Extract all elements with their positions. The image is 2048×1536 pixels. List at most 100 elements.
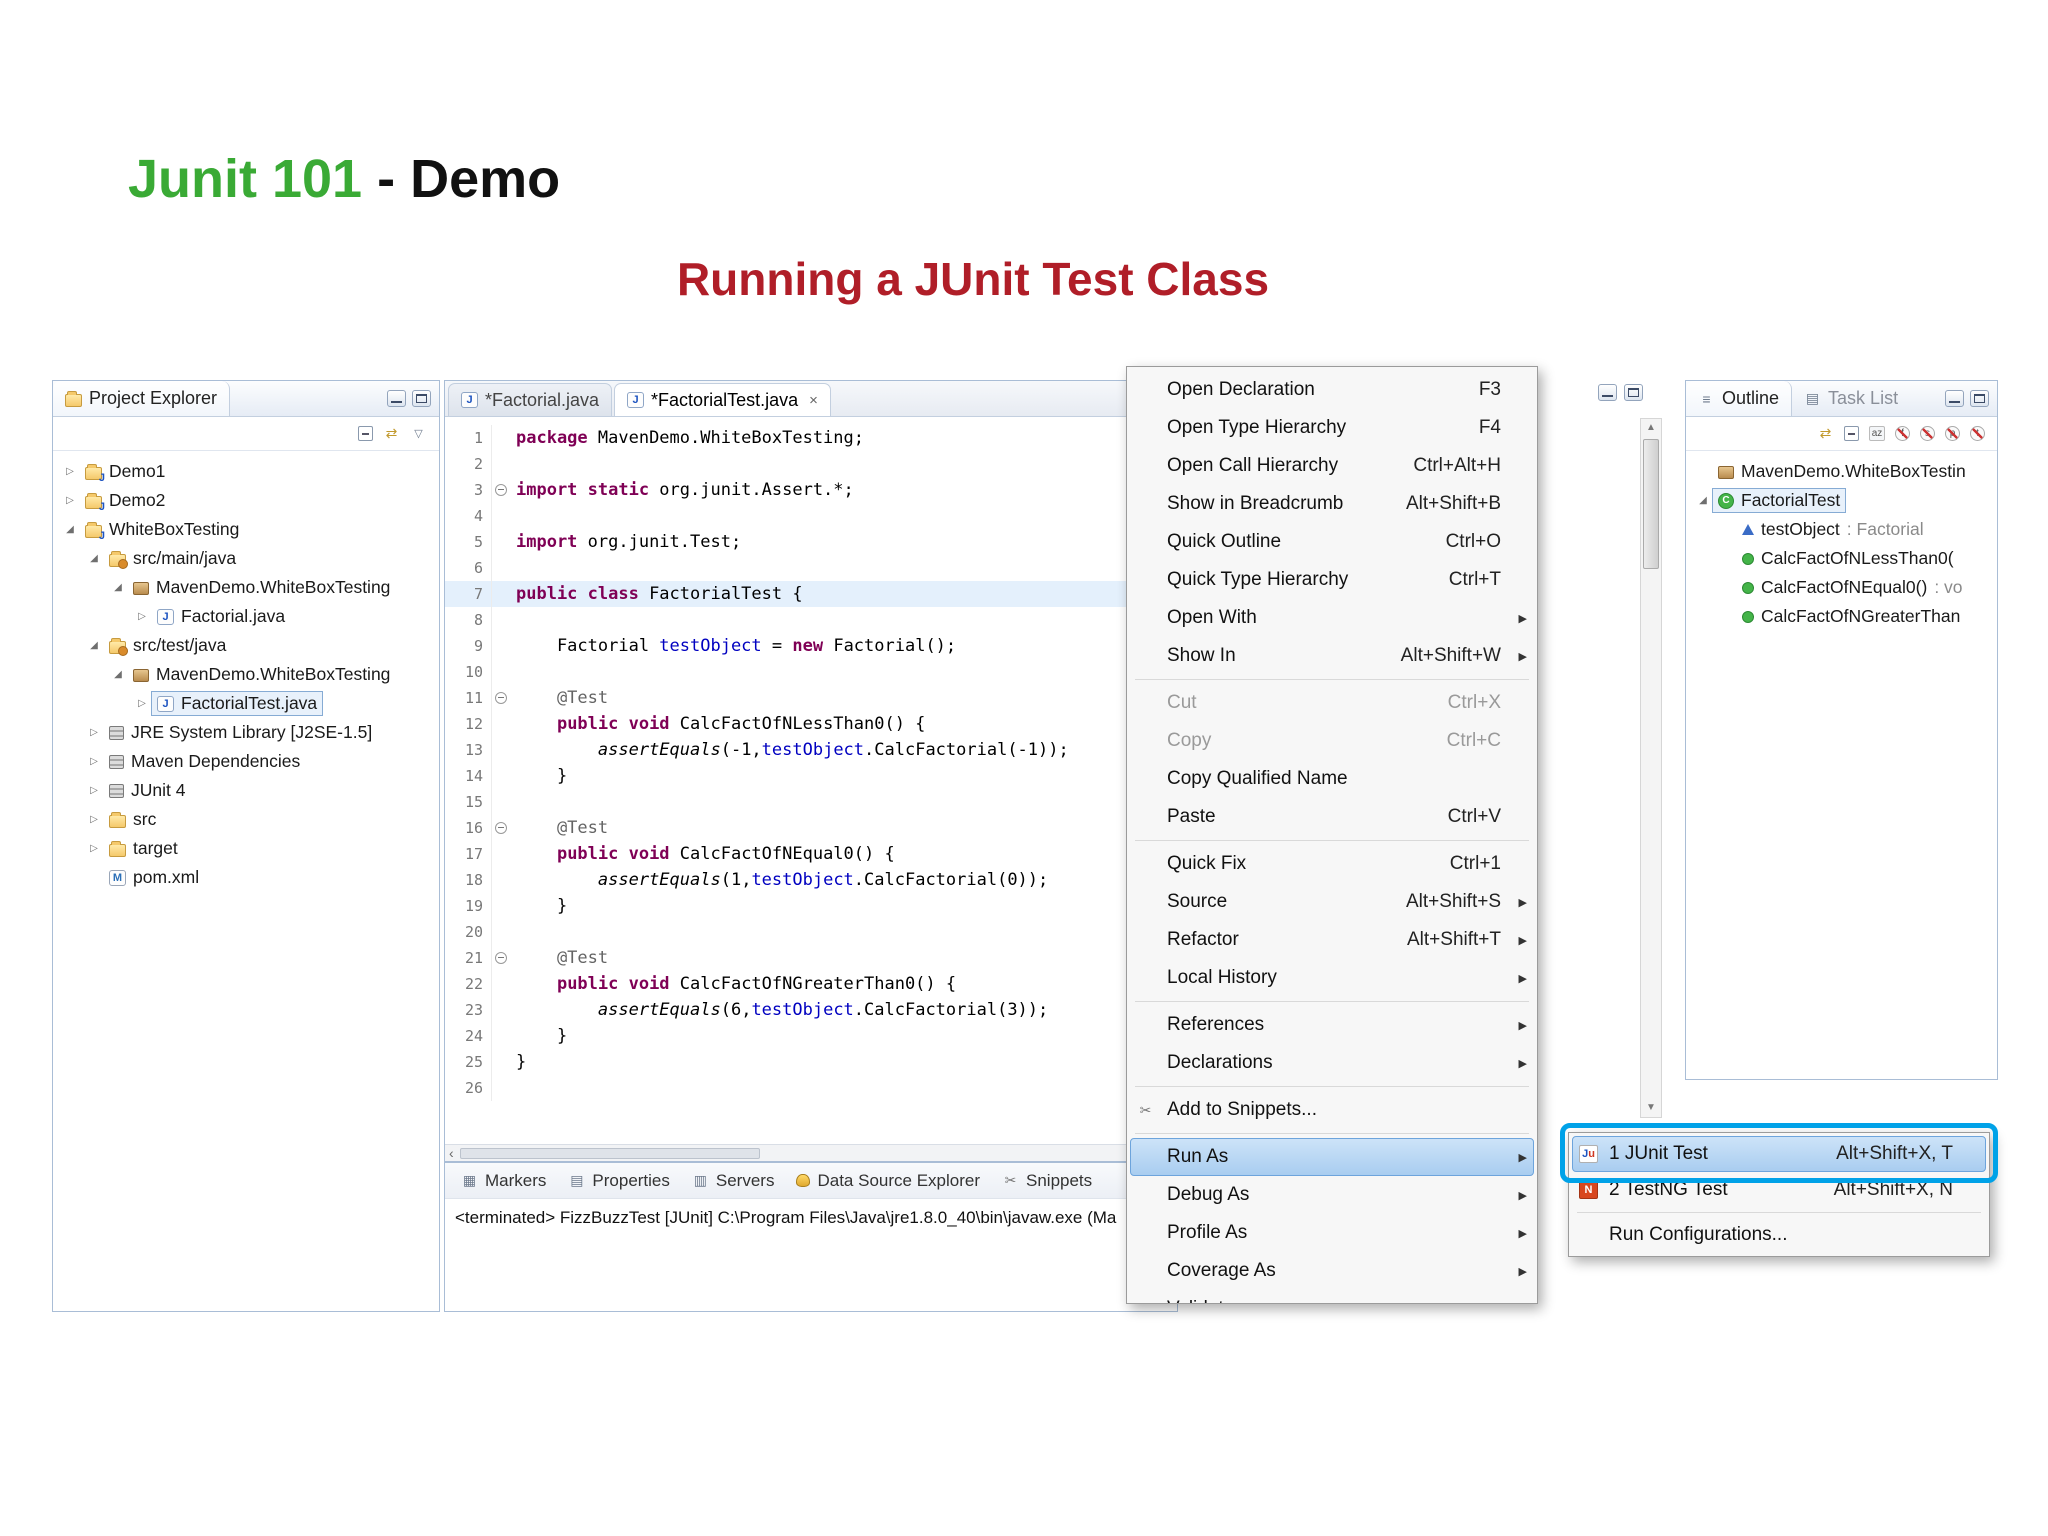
link-with-editor-icon[interactable]: ⇄: [383, 425, 400, 442]
console-tab-servers[interactable]: ▥ Servers: [682, 1167, 785, 1195]
vscrollbar-thumb[interactable]: [1643, 439, 1659, 569]
project-explorer-item-maven-dependencies[interactable]: ▷ Maven Dependencies: [53, 747, 439, 776]
outline-item-testobject[interactable]: testObject : Factorial: [1686, 515, 1997, 544]
console-tab-markers[interactable]: ▦ Markers: [451, 1167, 556, 1195]
menu-item-show-in-breadcrumb[interactable]: Show in Breadcrumb Alt+Shift+B: [1130, 485, 1534, 523]
menu-item-open-call-hierarchy[interactable]: Open Call Hierarchy Ctrl+Alt+H: [1130, 447, 1534, 485]
console-tab-snippets[interactable]: ✂ Snippets: [992, 1167, 1102, 1195]
project-explorer-item-factorial-java[interactable]: ▷ J Factorial.java: [53, 602, 439, 631]
editor-minimize-icon[interactable]: [1598, 384, 1617, 401]
expand-arrow-icon[interactable]: ▷: [85, 814, 103, 825]
menu-item-quick-fix[interactable]: Quick Fix Ctrl+1: [1130, 845, 1534, 883]
maximize-icon[interactable]: [412, 390, 431, 407]
editor-tab-factorial-java[interactable]: J *Factorial.java: [448, 383, 613, 416]
menu-item-open-with[interactable]: Open With ▶: [1130, 599, 1534, 637]
submenu-item-run-configurations[interactable]: Run Configurations...: [1572, 1217, 1986, 1253]
menu-item-run-as[interactable]: Run As ▶: [1130, 1138, 1534, 1176]
project-explorer-item-pom-xml[interactable]: Mpom.xml: [53, 863, 439, 892]
menu-item-paste[interactable]: Paste Ctrl+V: [1130, 798, 1534, 836]
menu-item-local-history[interactable]: Local History ▶: [1130, 959, 1534, 997]
project-explorer-item-junit-4[interactable]: ▷ JUnit 4: [53, 776, 439, 805]
menu-item-coverage-as[interactable]: Coverage As ▶: [1130, 1252, 1534, 1290]
outline-maximize-icon[interactable]: [1970, 390, 1989, 407]
menu-item-open-type-hierarchy[interactable]: Open Type Hierarchy F4: [1130, 409, 1534, 447]
project-explorer-item-whiteboxtesting[interactable]: ◢WhiteBoxTesting: [53, 515, 439, 544]
outline-item-mavendemo-whiteboxtestin[interactable]: MavenDemo.WhiteBoxTestin: [1686, 457, 1997, 486]
vertical-scrollbar[interactable]: ▲ ▼: [1640, 418, 1662, 1118]
menu-item-copy[interactable]: Copy Ctrl+C: [1130, 722, 1534, 760]
project-explorer-item-src-main-java[interactable]: ◢ src/main/java: [53, 544, 439, 573]
collapse-arrow-icon[interactable]: ◢: [109, 582, 127, 593]
project-explorer-item-mavendemo-whiteboxtesting[interactable]: ◢ MavenDemo.WhiteBoxTesting: [53, 573, 439, 602]
collapse-arrow-icon[interactable]: ◢: [109, 669, 127, 680]
collapse-arrow-icon[interactable]: ◢: [61, 524, 79, 535]
outline-item-calcfactofnequal0[interactable]: CalcFactOfNEqual0() : vo: [1686, 573, 1997, 602]
menu-item-profile-as[interactable]: Profile As ▶: [1130, 1214, 1534, 1252]
expand-arrow-icon[interactable]: ▷: [61, 495, 79, 506]
collapse-arrow-icon[interactable]: ◢: [1694, 495, 1712, 506]
expand-arrow-icon[interactable]: ▷: [133, 698, 151, 709]
menu-item-quick-outline[interactable]: Quick Outline Ctrl+O: [1130, 523, 1534, 561]
fold-collapse-icon[interactable]: [495, 484, 507, 496]
minimize-icon[interactable]: [387, 390, 406, 407]
console-tab-properties[interactable]: ▤ Properties: [558, 1167, 679, 1195]
project-explorer-item-target[interactable]: ▷ target: [53, 834, 439, 863]
outline-item-calcfactofngreaterthan[interactable]: CalcFactOfNGreaterThan: [1686, 602, 1997, 631]
menu-item-validate[interactable]: Validate: [1130, 1290, 1534, 1303]
horizontal-scrollbar[interactable]: ‹: [445, 1144, 1177, 1161]
view-menu-icon[interactable]: ▽: [410, 426, 427, 442]
menu-item-quick-type-hierarchy[interactable]: Quick Type Hierarchy Ctrl+T: [1130, 561, 1534, 599]
tab-outline[interactable]: ≡ Outline: [1686, 381, 1793, 416]
fold-collapse-icon[interactable]: [495, 692, 507, 704]
outline-minimize-icon[interactable]: [1945, 390, 1964, 407]
hscrollbar-thumb[interactable]: [459, 1147, 760, 1159]
menu-item-cut[interactable]: Cut Ctrl+X: [1130, 684, 1534, 722]
editor-maximize-icon[interactable]: [1624, 384, 1643, 401]
hide-non-public-icon[interactable]: p: [1945, 426, 1960, 441]
hide-local-types-icon[interactable]: t: [1970, 426, 1985, 441]
collapse-arrow-icon[interactable]: ◢: [85, 640, 103, 651]
console-tab-data-source-explorer[interactable]: Data Source Explorer: [786, 1167, 990, 1195]
outline-item-factorialtest[interactable]: ◢ C FactorialTest: [1686, 486, 1997, 515]
project-explorer-item-demo1[interactable]: ▷Demo1: [53, 457, 439, 486]
expand-arrow-icon[interactable]: ▷: [85, 727, 103, 738]
collapse-arrow-icon[interactable]: ◢: [85, 553, 103, 564]
menu-item-source[interactable]: Source Alt+Shift+S ▶: [1130, 883, 1534, 921]
project-explorer-item-demo2[interactable]: ▷Demo2: [53, 486, 439, 515]
menu-item-add-to-snippets[interactable]: ✂ Add to Snippets...: [1130, 1091, 1534, 1129]
tab-project-explorer[interactable]: Project Explorer: [53, 381, 231, 416]
menu-item-copy-qualified-name[interactable]: Copy Qualified Name: [1130, 760, 1534, 798]
menu-item-references[interactable]: References ▶: [1130, 1006, 1534, 1044]
expand-arrow-icon[interactable]: ▷: [85, 756, 103, 767]
scroll-left-icon[interactable]: ‹: [449, 1145, 454, 1161]
submenu-item-2-testng-test[interactable]: N2 TestNG Test Alt+Shift+X, N: [1572, 1172, 1986, 1208]
hide-static-members-icon[interactable]: s: [1920, 426, 1935, 441]
project-explorer-item-factorialtest-java[interactable]: ▷ J FactorialTest.java: [53, 689, 439, 718]
expand-arrow-icon[interactable]: ▷: [85, 785, 103, 796]
tab-task-list[interactable]: ▤ Task List: [1792, 381, 1910, 416]
collapse-all-icon[interactable]: [358, 426, 373, 441]
scroll-up-icon[interactable]: ▲: [1646, 419, 1656, 437]
project-explorer-item-src[interactable]: ▷ src: [53, 805, 439, 834]
code-editor[interactable]: 1 package MavenDemo.WhiteBoxTesting; 2 3 imp…: [445, 417, 1177, 1144]
outline-item-calcfactofnlessthan0[interactable]: CalcFactOfNLessThan0(: [1686, 544, 1997, 573]
menu-item-show-in[interactable]: Show In Alt+Shift+W ▶: [1130, 637, 1534, 675]
menu-item-refactor[interactable]: Refactor Alt+Shift+T ▶: [1130, 921, 1534, 959]
close-icon[interactable]: ×: [809, 392, 818, 409]
scroll-down-icon[interactable]: ▼: [1646, 1099, 1656, 1117]
expand-arrow-icon[interactable]: ▷: [61, 466, 79, 477]
editor-tab-factorialtest-java[interactable]: J *FactorialTest.java ×: [614, 383, 831, 416]
sort-icon[interactable]: az: [1869, 426, 1885, 441]
expand-arrow-icon[interactable]: ▷: [85, 843, 103, 854]
project-explorer-item-jre-system-library-j2se-1-5[interactable]: ▷ JRE System Library [J2SE-1.5]: [53, 718, 439, 747]
fold-collapse-icon[interactable]: [495, 952, 507, 964]
project-explorer-item-src-test-java[interactable]: ◢ src/test/java: [53, 631, 439, 660]
expand-arrow-icon[interactable]: ▷: [133, 611, 151, 622]
collapse-all-icon[interactable]: [1844, 426, 1859, 441]
menu-item-debug-as[interactable]: Debug As ▶: [1130, 1176, 1534, 1214]
submenu-item-1-junit-test[interactable]: Ju1 JUnit Test Alt+Shift+X, T: [1572, 1136, 1986, 1172]
link-with-editor-icon[interactable]: ⇄: [1817, 425, 1834, 442]
fold-collapse-icon[interactable]: [495, 822, 507, 834]
menu-item-declarations[interactable]: Declarations ▶: [1130, 1044, 1534, 1082]
project-explorer-item-mavendemo-whiteboxtesting[interactable]: ◢ MavenDemo.WhiteBoxTesting: [53, 660, 439, 689]
